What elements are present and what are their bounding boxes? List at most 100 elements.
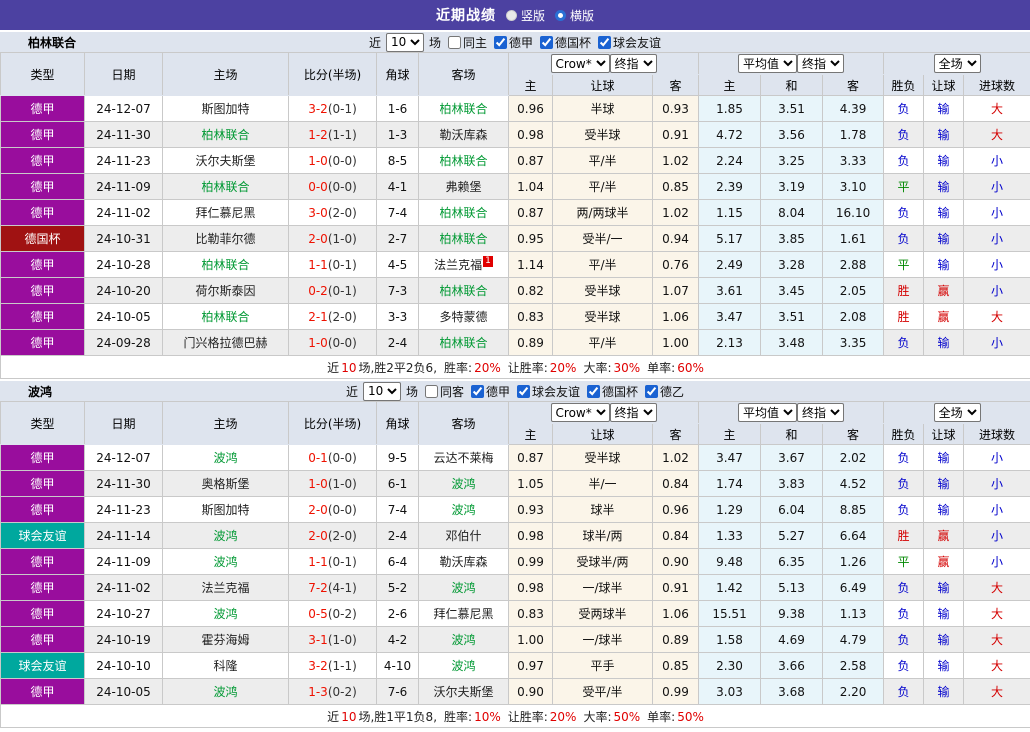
league-badge: 德国杯: [0, 225, 85, 252]
match-outcome: 负: [883, 95, 925, 122]
header-dropdown-group: Crow* 终指: [507, 401, 700, 424]
checkbox-input[interactable]: [540, 35, 554, 49]
average-select[interactable]: 平均值: [738, 54, 798, 73]
column-header: 让球: [923, 74, 965, 96]
league-filter-checkbox[interactable]: 德国杯: [587, 383, 638, 400]
halftime-score: (0-0): [327, 335, 357, 350]
avg-home-odds: 3.47: [698, 444, 762, 471]
match-row: 德甲 24-10-27 波鸿 0-5(0-2) 2-6 拜仁慕尼黑 0.83 受两球半 1.06…: [0, 600, 1030, 627]
odds-company-select[interactable]: Crow*: [550, 54, 610, 73]
summary-row: 近 10 场,胜1平1负8, 胜率: 10% 让胜率: 20% 大率: 50% 单率: 50%: [0, 704, 1030, 728]
avg-away-odds: 1.26: [822, 548, 885, 575]
odds-final-select[interactable]: 终指: [609, 403, 657, 422]
checkbox-input[interactable]: [587, 384, 601, 398]
avg-home-odds: 3.03: [698, 678, 762, 705]
handicap-outcome: 赢: [923, 522, 965, 549]
avg-draw-odds: 3.68: [760, 678, 824, 705]
goals-outcome: 小: [963, 470, 1030, 497]
fulltime-score: 3-0: [308, 205, 328, 220]
league-badge: 德甲: [0, 496, 85, 523]
avg-away-odds: 16.10: [822, 199, 885, 226]
home-team: 波鸿: [162, 548, 289, 575]
halftime-score: (0-1): [327, 257, 357, 272]
odds-final-select[interactable]: 终指: [609, 54, 657, 73]
games-count-select[interactable]: 10: [362, 381, 401, 401]
layout-vertical-radio[interactable]: 竖版: [505, 7, 545, 24]
avg-draw-odds: 3.19: [760, 173, 824, 200]
corner-score: 4-1: [376, 173, 419, 200]
league-filter-checkbox[interactable]: 德甲: [470, 383, 510, 400]
summary-text: 近 10 场,胜1平1负8, 胜率: 10% 让胜率: 20% 大率: 50% 单率: 50%: [0, 704, 1030, 728]
checkbox-input[interactable]: [424, 384, 438, 398]
handicap-outcome: 输: [923, 574, 965, 601]
away-odds: 1.06: [651, 600, 700, 627]
avg-home-odds: 1.58: [698, 626, 762, 653]
scope-select[interactable]: 全场: [933, 403, 981, 422]
league-badge: 球会友谊: [0, 522, 85, 549]
match-date: 24-11-14: [84, 522, 163, 549]
match-outcome: 负: [883, 199, 925, 226]
filter-controls: 近 10 场同客 德甲 球会友谊 德国杯 德乙: [346, 381, 684, 401]
away-team: 勒沃库森: [418, 548, 509, 575]
checkbox-input[interactable]: [517, 384, 530, 398]
league-filter-checkbox[interactable]: 德甲: [494, 34, 533, 51]
halftime-score: (0-2): [327, 684, 357, 699]
avg-home-odds: 5.17: [698, 225, 762, 252]
odds-company-select[interactable]: Crow*: [550, 403, 610, 422]
match-outcome: 负: [883, 147, 925, 174]
league-filter-checkbox[interactable]: 球会友谊: [517, 383, 580, 400]
avg-home-odds: 1.15: [698, 199, 762, 226]
same-venue-checkbox[interactable]: 同主: [447, 34, 487, 51]
corner-score: 5-2: [376, 574, 419, 601]
handicap-line: 球半/两: [552, 522, 653, 549]
checkbox-input[interactable]: [645, 384, 659, 398]
home-team: 科隆: [162, 652, 289, 679]
checkbox-input[interactable]: [447, 35, 461, 49]
match-date: 24-11-09: [84, 173, 163, 200]
average-final-select[interactable]: 终指: [797, 54, 845, 73]
match-row: 球会友谊 24-11-14 波鸿 2-0(2-0) 2-4 邓伯什 0.98 球半/两 0.84…: [0, 522, 1030, 549]
average-final-select[interactable]: 终指: [797, 403, 845, 422]
match-row: 德甲 24-10-20 荷尔斯泰因 0-2(0-1) 7-3 柏林联合 0.82 受半球 1.0…: [0, 277, 1030, 304]
column-header: 比分(半场): [288, 401, 377, 445]
avg-away-odds: 2.05: [822, 277, 885, 304]
avg-draw-odds: 6.04: [760, 496, 824, 523]
league-filter-checkbox[interactable]: 球会友谊: [598, 34, 661, 51]
checkbox-input[interactable]: [494, 35, 507, 49]
league-badge: 德甲: [0, 470, 85, 497]
home-odds: 0.93: [508, 496, 553, 523]
home-odds: 0.87: [508, 199, 553, 226]
layout-horizontal-radio[interactable]: 横版: [555, 7, 594, 24]
header-dropdown-group: 平均值 终指: [698, 52, 885, 75]
league-badge: 德甲: [0, 95, 85, 122]
same-venue-checkbox[interactable]: 同客: [424, 383, 464, 400]
average-select[interactable]: 平均值: [738, 403, 798, 422]
away-team: 柏林联合: [418, 277, 509, 304]
handicap-outcome: 输: [923, 496, 965, 523]
match-row: 德甲 24-11-02 拜仁慕尼黑 3-0(2-0) 7-4 柏林联合 0.87 两/两球半 1…: [0, 199, 1030, 226]
home-team: 波鸿: [162, 444, 289, 471]
checkbox-input[interactable]: [470, 384, 484, 398]
goals-outcome: 小: [963, 251, 1030, 278]
checkbox-input[interactable]: [598, 35, 612, 49]
games-count-select[interactable]: 10: [385, 32, 424, 52]
corner-score: 7-4: [376, 199, 419, 226]
away-odds: 1.02: [651, 199, 700, 226]
league-filter-checkbox[interactable]: 德乙: [645, 383, 684, 400]
halftime-score: (4-1): [327, 580, 357, 595]
home-team: 柏林联合: [162, 173, 289, 200]
column-header: 比分(半场): [288, 52, 377, 96]
scope-select[interactable]: 全场: [933, 54, 981, 73]
column-header: 客: [822, 74, 885, 96]
halftime-score: (2-0): [327, 205, 357, 220]
halftime-score: (2-0): [327, 528, 357, 543]
goals-outcome: 小: [963, 496, 1030, 523]
handicap-outcome: 输: [923, 470, 965, 497]
league-badge: 德甲: [0, 147, 85, 174]
away-team: 云达不莱梅: [418, 444, 509, 471]
score: 3-0(2-0): [288, 199, 377, 226]
column-header: 主场: [162, 401, 289, 445]
handicap-outcome: 输: [923, 626, 965, 653]
league-badge: 德甲: [0, 678, 85, 705]
league-filter-checkbox[interactable]: 德国杯: [540, 34, 591, 51]
